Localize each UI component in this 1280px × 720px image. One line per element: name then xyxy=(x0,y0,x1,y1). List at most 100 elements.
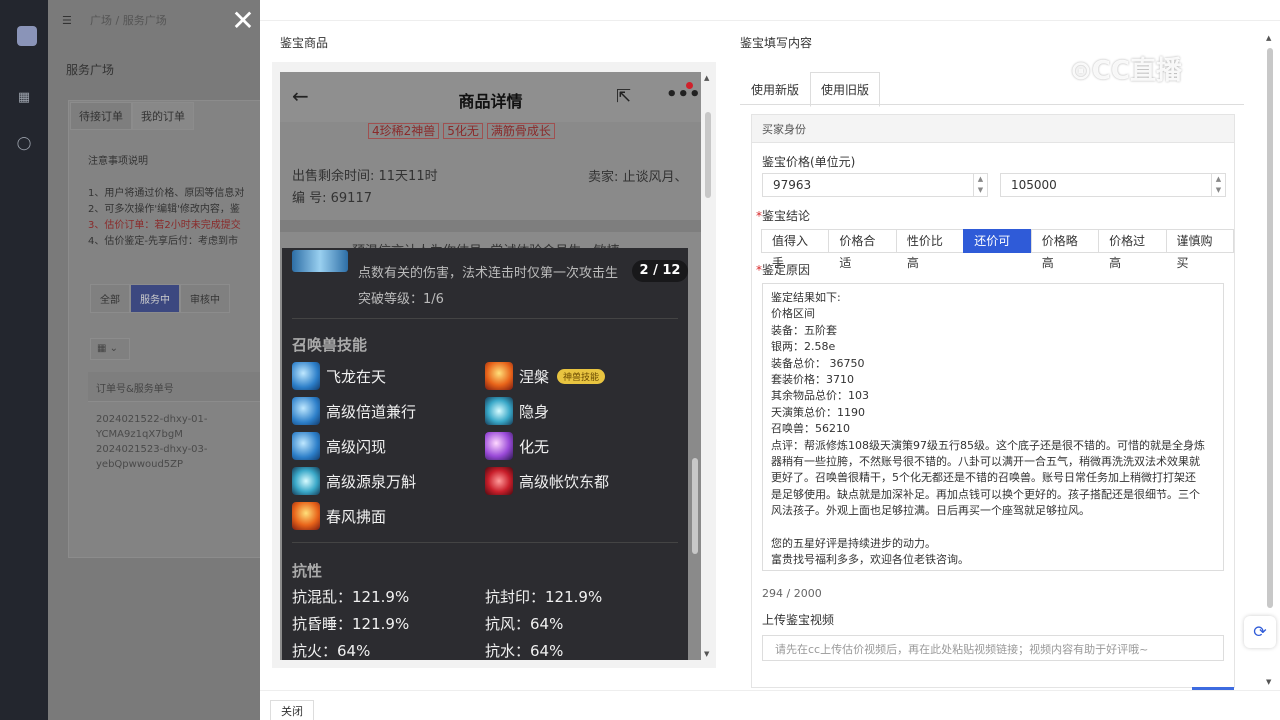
status-filters: 全部 服务中 审核中 xyxy=(90,284,230,313)
scroll-up-icon[interactable]: ▲ xyxy=(1266,34,1271,42)
tab-old-version[interactable]: 使用旧版 xyxy=(810,72,881,107)
conclusion-option[interactable]: 价格合适 xyxy=(828,229,897,270)
goods-viewer[interactable]: ← 商品详情 ⇱ ••• 4珍稀2神兽 5化无 满筋骨成长 出售剩余时间: 11天1… xyxy=(272,62,716,668)
skill-name: 飞龙在天 xyxy=(326,367,387,386)
resistance-value: 抗水：64% xyxy=(485,642,564,660)
note-item: 2、可多次操作'编辑'修改内容，鉴 xyxy=(88,204,240,215)
order-number[interactable]: yebQpwwoud5ZP xyxy=(96,457,208,472)
order-number[interactable]: 2024021522-dhxy-01- xyxy=(96,412,208,427)
pet-skill: 飞龙在天 xyxy=(292,362,386,390)
user-icon[interactable]: ◯ xyxy=(16,136,32,152)
background-app: ☰ 广场 / 服务广场 服务广场 待接订单 我的订单 注意事项说明 1、用户将通过… xyxy=(48,0,268,720)
skill-name: 隐身 xyxy=(519,402,550,421)
skill-icon xyxy=(292,432,320,460)
breadcrumb: ☰ 广场 / 服务广场 xyxy=(62,14,167,27)
assistant-icon[interactable]: ⟳ xyxy=(1244,616,1276,648)
skill-icon xyxy=(292,397,320,425)
pet-skill: 高级闪现 xyxy=(292,432,386,460)
reason-line: 装备总价： 36750 xyxy=(771,356,865,370)
scroll-thumb[interactable] xyxy=(1267,48,1273,608)
price-label: 鉴宝价格(单位元) xyxy=(762,155,856,169)
reason-line: 点评：帮派修炼108级天演策97级五行85级。这个底子还是很不错的。可惜的就是全… xyxy=(771,438,1205,452)
price-high-input[interactable]: 105000 ▲ ▼ xyxy=(1000,173,1226,197)
scroll-thumb[interactable] xyxy=(705,112,711,198)
reason-line: 其余物品总价：103 xyxy=(771,389,869,403)
more-icon[interactable]: ••• xyxy=(666,84,701,105)
tab-new-version[interactable]: 使用新版 xyxy=(740,72,810,107)
stepper-icon[interactable]: ▲ ▼ xyxy=(973,174,987,196)
app-logo[interactable] xyxy=(17,26,37,46)
appraisal-drawer: 鉴宝商品 鉴宝填写内容 ← 商品详情 ⇱ ••• 4珍稀2神兽 5化无 满筋骨成长 … xyxy=(260,0,1280,720)
divider xyxy=(292,542,678,543)
conclusion-option[interactable]: 价格略高 xyxy=(1030,229,1100,270)
share-icon[interactable]: ⇱ xyxy=(616,86,631,107)
reason-textarea[interactable]: 鉴定结果如下: 价格区间 装备：五阶套 银两：2.58e 装备总价： 36750 套装价格… xyxy=(762,283,1224,571)
tag: 4珍稀2神兽 xyxy=(368,123,440,139)
scroll-up-icon[interactable]: ▲ xyxy=(704,74,709,82)
filter-reviewing[interactable]: 审核中 xyxy=(180,284,230,313)
notification-dot xyxy=(686,82,693,89)
note-item: 4、估价鉴定-先享后付：考虑到市 xyxy=(88,236,238,247)
buyer-identity-header: 买家身份 xyxy=(752,115,1234,143)
reason-line: 风法孩子。外观上面也足够拉满。日后再买一个座驾就足够拉风。 xyxy=(771,504,1090,518)
filter-in-service[interactable]: 服务中 xyxy=(130,284,180,313)
scroll-down-icon[interactable]: ▼ xyxy=(704,650,709,658)
divider xyxy=(740,104,1244,105)
product-id: 编 号: 69117 xyxy=(292,191,372,206)
tab-my-orders[interactable]: 我的订单 xyxy=(132,102,194,130)
skill-name: 高级闪现 xyxy=(326,437,387,456)
reason-label: *鉴定原因 xyxy=(756,261,810,278)
conclusion-option[interactable]: 性价比高 xyxy=(895,229,965,270)
inner-scroll-thumb[interactable] xyxy=(692,458,698,554)
form-scrollbar[interactable]: ▲ ▼ xyxy=(1266,34,1274,688)
phone-screen: ← 商品详情 ⇱ ••• 4珍稀2神兽 5化无 满筋骨成长 出售剩余时间: 11天1… xyxy=(280,72,701,660)
reason-line: 银两：2.58e xyxy=(771,340,836,354)
stepper-icon[interactable]: ▲ ▼ xyxy=(1211,174,1225,196)
note-item: 3、估价订单：若2小时未完成提交 xyxy=(88,220,241,231)
skill-icon xyxy=(292,502,320,530)
price-low-input[interactable]: 97963 ▲ ▼ xyxy=(762,173,988,197)
note-item: 1、用户将通过价格、原因等信息对 xyxy=(88,188,245,199)
reason-line: 价格区间 xyxy=(771,307,815,321)
watermark-logo: ⊙CC直播 xyxy=(1070,56,1182,86)
form-box: 买家身份 鉴宝价格(单位元) 97963 ▲ ▼ 105000 ▲ ▼ *鉴宝结论 … xyxy=(751,114,1235,691)
skill-name: 化无 xyxy=(519,437,550,456)
char-counter: 294 / 2000 xyxy=(762,587,822,600)
pet-skill: 高级源泉万斛 xyxy=(292,467,416,495)
conclusion-options: 值得入手 价格合适 性价比高 还价可入 价格略高 价格过高 谨慎购买 xyxy=(761,229,1234,270)
form-section-title: 鉴宝填写内容 xyxy=(740,36,813,50)
skill-name: 高级倍道兼行 xyxy=(326,402,417,421)
resistance-value: 抗火：64% xyxy=(292,642,371,660)
seller-name: 卖家: 止谈风月、 xyxy=(588,170,688,185)
filter-all[interactable]: 全部 xyxy=(90,284,130,313)
close-button[interactable]: 关闭 xyxy=(270,700,314,720)
order-list: 2024021522-dhxy-01- YCMA9z1qX7bgM 20240215… xyxy=(96,412,208,472)
sale-info: 出售剩余时间: 11天11时 编 号: 69117 xyxy=(292,166,438,210)
price-low-value: 97963 xyxy=(773,178,812,192)
viewer-scrollbar[interactable]: ▲ ▼ xyxy=(692,72,712,660)
remaining-time: 出售剩余时间: 11天11时 xyxy=(292,169,438,184)
order-number[interactable]: YCMA9z1qX7bgM xyxy=(96,427,208,442)
reason-line: 套装价格：3710 xyxy=(771,373,854,387)
pet-skills-title: 召唤兽技能 xyxy=(292,336,368,354)
reason-line: 富贵找号福利多多，欢迎各位老铁咨询。 xyxy=(771,553,969,567)
menu-icon[interactable]: ☰ xyxy=(62,14,76,27)
conclusion-option[interactable]: 谨慎购买 xyxy=(1165,229,1234,270)
conclusion-option[interactable]: 还价可入 xyxy=(963,229,1032,270)
tab-pending-orders[interactable]: 待接订单 xyxy=(70,102,132,130)
image-preview-overlay[interactable]: 点数有关的伤害，法术连击时仅第一次攻击生 突破等级：1/6 2 / 12 召唤兽… xyxy=(282,248,688,660)
pet-skill: 春风拂面 xyxy=(292,502,386,530)
video-label: 上传鉴宝视频 xyxy=(762,613,835,627)
skill-icon xyxy=(485,362,513,390)
scroll-down-icon[interactable]: ▼ xyxy=(1266,678,1271,686)
close-icon[interactable]: ✕ xyxy=(229,7,257,35)
building-icon[interactable]: ▦ xyxy=(16,90,32,106)
conclusion-option[interactable]: 值得入手 xyxy=(761,229,830,270)
reason-line xyxy=(771,520,1215,536)
order-number[interactable]: 2024021523-dhxy-03- xyxy=(96,442,208,457)
pet-skill: 高级倍道兼行 xyxy=(292,397,416,425)
column-select[interactable]: ▦ ⌄ xyxy=(90,338,130,360)
video-link-input[interactable]: 请先在cc上传估价视频后，再在此处粘贴视频链接；视频内容有助于好评哦~ xyxy=(762,635,1224,661)
conclusion-option[interactable]: 价格过高 xyxy=(1098,229,1167,270)
breakthrough-level: 突破等级：1/6 xyxy=(358,292,444,307)
